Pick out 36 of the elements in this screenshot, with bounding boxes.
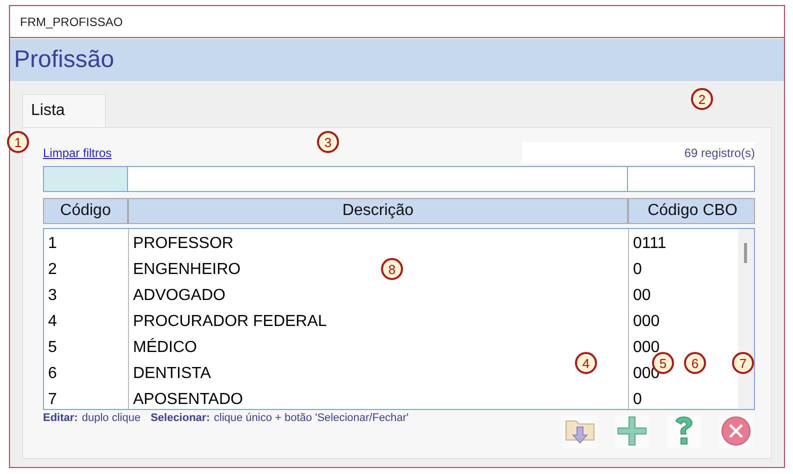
plus-icon [616, 415, 648, 447]
table-cell-text: 00 [632, 286, 652, 306]
scrollbar[interactable] [738, 229, 754, 409]
table-cell: 4 [44, 307, 129, 333]
form-title: Profissão [14, 46, 114, 74]
table-cell: PROCURADOR FEDERAL [129, 307, 629, 333]
table-cell: 1 [44, 229, 129, 255]
table-cell: PROFESSOR [129, 229, 629, 255]
clear-filters-link[interactable]: Limpar filtros [43, 146, 112, 160]
window-title: FRM_PROFISSAO [20, 14, 123, 28]
filter-field[interactable] [127, 166, 628, 192]
filter-field[interactable] [627, 166, 755, 192]
tab[interactable]: Lista [22, 94, 106, 127]
table-cell: ADVOGADO [129, 281, 629, 307]
table-cell: 2 [44, 255, 129, 281]
close-icon [720, 415, 752, 447]
table-cell: 3 [44, 281, 129, 307]
hint-text: clique único + botão 'Selecionar/Fechar' [214, 412, 409, 424]
hint-label: Editar: [43, 412, 78, 424]
table-cell: 5 [44, 333, 129, 359]
column-header[interactable]: Descrição [129, 199, 629, 223]
table-cell-text: 000 [632, 338, 661, 358]
table-cell: 6 [44, 359, 129, 385]
column-header[interactable]: Código CBO [629, 199, 756, 223]
hint-label: Selecionar: [150, 412, 210, 424]
record-count: 69 registro(s) [684, 146, 755, 160]
scrollbar-thumb[interactable] [744, 243, 747, 263]
table-cell-text: 0 [632, 390, 643, 409]
hint-text: duplo clique [82, 412, 141, 424]
table-cell-text: 0111 [632, 234, 668, 254]
table-cell: 7 [44, 385, 129, 409]
table-cell-text: 0 [632, 260, 643, 280]
table-cell-text: 000 [632, 312, 661, 332]
table-cell: APOSENTADO [129, 385, 629, 409]
column-header[interactable]: Código [44, 199, 129, 223]
filter-field[interactable] [43, 166, 128, 192]
